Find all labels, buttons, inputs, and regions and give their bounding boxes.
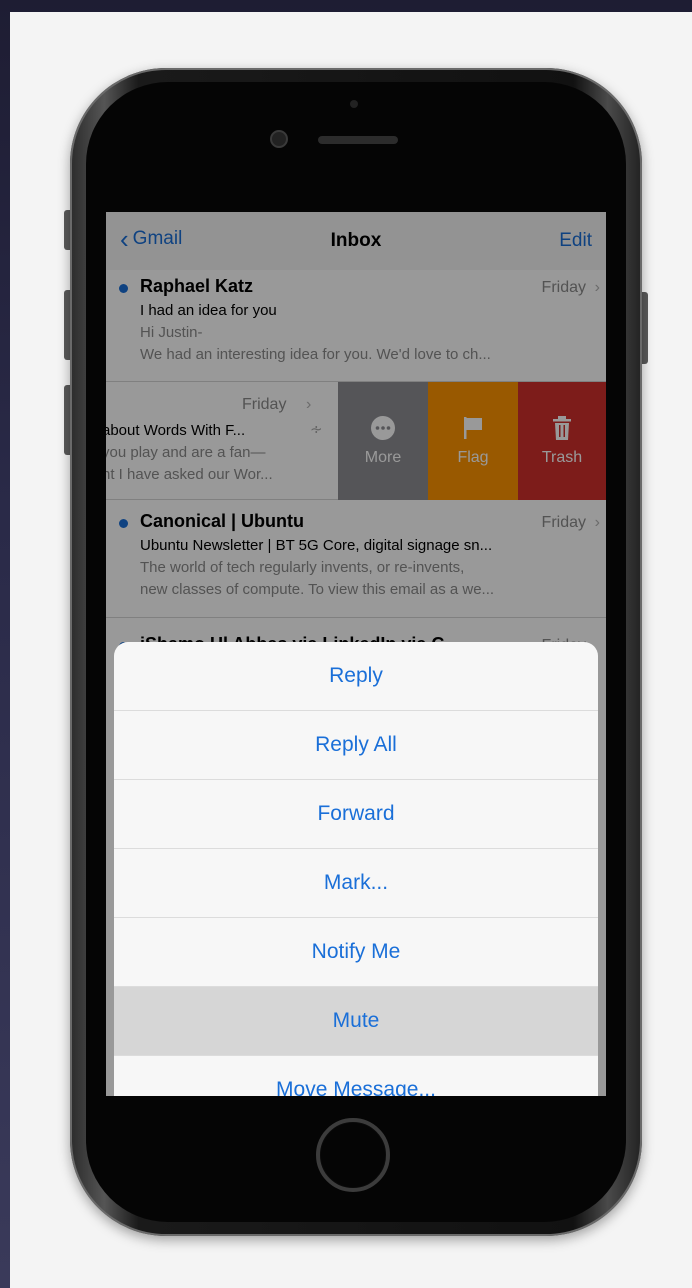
email-subject: I had an idea for you	[140, 302, 277, 319]
paperclip-icon: ∻	[310, 421, 323, 438]
email-sender: Canonical | Ubuntu	[140, 511, 305, 531]
email-date: Friday	[541, 514, 586, 531]
email-preview: We had an interesting idea for you. We'd…	[140, 346, 491, 363]
unread-dot-icon	[119, 519, 128, 528]
reply-all-option[interactable]: Reply All	[114, 711, 598, 780]
more-action-label: More	[364, 449, 402, 466]
more-icon	[370, 415, 396, 441]
home-button[interactable]	[316, 1118, 390, 1192]
proximity-sensor	[350, 100, 358, 108]
trash-icon	[552, 415, 572, 441]
flag-icon	[462, 415, 484, 441]
edit-button[interactable]: Edit	[559, 230, 592, 252]
more-action-button[interactable]: More	[338, 382, 428, 500]
mark-option[interactable]: Mark...	[114, 849, 598, 918]
email-preview: you play and are a fan—	[106, 444, 266, 461]
flag-action-button[interactable]: Flag	[428, 382, 518, 500]
email-row[interactable]: Canonical | Ubuntu Friday › Ubuntu Newsl…	[106, 500, 606, 618]
navigation-bar: ‹ Gmail Inbox Edit	[106, 212, 606, 271]
mute-option[interactable]: Mute	[114, 987, 598, 1056]
trash-action-label: Trash	[541, 449, 583, 466]
phone-screen: ‹ Gmail Inbox Edit Raphael Katz Friday ›…	[106, 212, 606, 1096]
email-preview: nt I have asked our Wor...	[106, 466, 273, 483]
earpiece-speaker	[318, 136, 398, 144]
notify-me-option[interactable]: Notify Me	[114, 918, 598, 987]
flag-action-label: Flag	[457, 449, 489, 466]
reply-option[interactable]: Reply	[114, 642, 598, 711]
chevron-right-icon: ›	[594, 279, 600, 296]
trash-action-button[interactable]: Trash	[518, 382, 606, 500]
email-sender: Raphael Katz	[140, 276, 254, 296]
email-date: Friday	[541, 279, 586, 296]
unread-dot-icon	[119, 284, 128, 293]
chevron-right-icon: ›	[306, 396, 312, 413]
page-title: Inbox	[330, 230, 382, 251]
email-subject: Ubuntu Newsletter | BT 5G Core, digital …	[140, 537, 493, 554]
email-row[interactable]: Raphael Katz Friday › I had an idea for …	[106, 270, 606, 382]
email-subject: about Words With F...	[106, 422, 246, 439]
email-preview: The world of tech regularly invents, or …	[140, 559, 465, 576]
action-sheet: Reply Reply All Forward Mark... Notify M…	[114, 642, 598, 1096]
forward-option[interactable]: Forward	[114, 780, 598, 849]
move-message-option[interactable]: Move Message...	[114, 1056, 598, 1096]
email-preview: Hi Justin-	[140, 324, 203, 341]
chevron-right-icon: ›	[594, 514, 600, 531]
front-camera	[270, 130, 288, 148]
email-date: Friday	[242, 396, 287, 413]
email-preview: new classes of compute. To view this ema…	[140, 581, 495, 598]
